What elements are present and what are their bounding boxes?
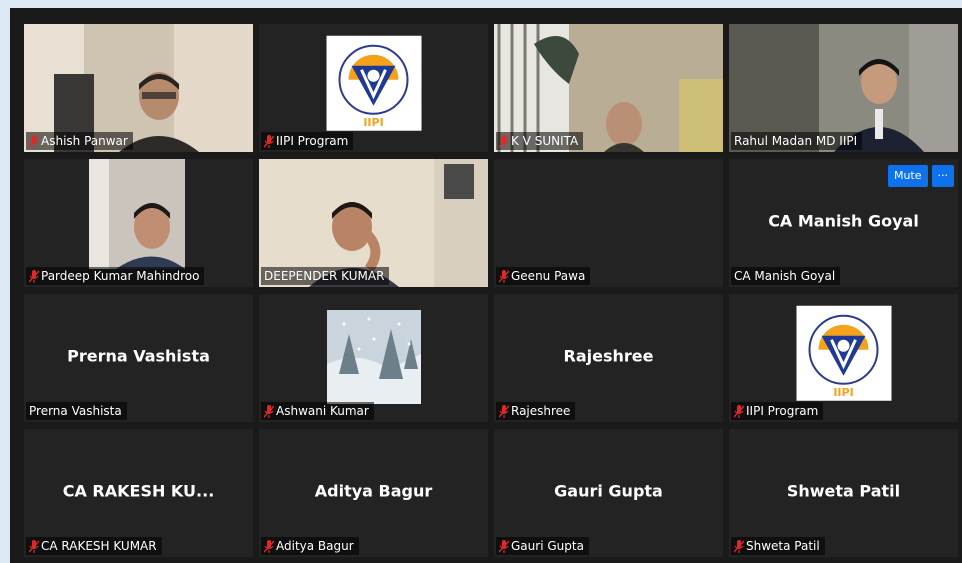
muted-mic-icon (734, 540, 744, 553)
muted-mic-icon (499, 405, 509, 418)
participant-name: IIPI Program (276, 134, 349, 148)
participant-nameplate: Ashwani Kumar (261, 402, 374, 420)
participant-tile[interactable]: Pardeep Kumar Mahindroo (24, 159, 253, 287)
participant-nameplate: Shweta Patil (731, 537, 825, 555)
participant-tile[interactable]: Aditya Bagur Aditya Bagur (259, 429, 488, 557)
participant-name: Ashwani Kumar (276, 404, 369, 418)
participant-tile[interactable]: DEEPENDER KUMAR (259, 159, 488, 287)
muted-mic-icon (29, 540, 39, 553)
participant-tile[interactable]: Ashish Panwar (24, 24, 253, 152)
participant-nameplate: Geenu Pawa (496, 267, 591, 285)
participant-name: K V SUNITA (511, 134, 579, 148)
muted-mic-icon (734, 405, 744, 418)
participant-nameplate: DEEPENDER KUMAR (261, 267, 390, 285)
participant-tile[interactable]: Mute ··· CA Manish Goyal CA Manish Goyal (729, 159, 958, 287)
muted-mic-icon (264, 540, 274, 553)
participant-nameplate: Aditya Bagur (261, 537, 359, 555)
participant-nameplate: Prerna Vashista (26, 402, 127, 420)
participant-nameplate: Ashish Panwar (26, 132, 133, 150)
participant-display-name: Rajeshree (563, 346, 654, 366)
participant-nameplate: IIPI Program (261, 132, 354, 150)
participant-nameplate: CA Manish Goyal (731, 267, 841, 285)
muted-mic-icon (264, 405, 274, 418)
participant-name: IIPI Program (746, 404, 819, 418)
participant-display-name: Aditya Bagur (314, 481, 433, 501)
muted-mic-icon (499, 135, 509, 148)
logo-text: IIPI (833, 386, 853, 399)
participant-name: Prerna Vashista (29, 404, 122, 418)
participant-nameplate: IIPI Program (731, 402, 824, 420)
participant-tile[interactable]: Geenu Pawa (494, 159, 723, 287)
participant-tile[interactable]: Ashwani Kumar (259, 294, 488, 422)
gallery-grid: Ashish Panwar IIPI IIPI Program K V SUNI… (24, 24, 958, 557)
participant-nameplate: CA RAKESH KUMAR (26, 537, 162, 555)
participant-name: Pardeep Kumar Mahindroo (41, 269, 200, 283)
participant-display-name: Prerna Vashista (67, 346, 210, 366)
participant-nameplate: K V SUNITA (496, 132, 584, 150)
participant-tile[interactable]: CA RAKESH KU... CA RAKESH KUMAR (24, 429, 253, 557)
participant-name: Aditya Bagur (276, 539, 354, 553)
participant-name: Geenu Pawa (511, 269, 586, 283)
iipi-logo: IIPI (326, 35, 421, 131)
participant-tile[interactable]: K V SUNITA (494, 24, 723, 152)
participant-name: CA RAKESH KUMAR (41, 539, 157, 553)
tile-hover-controls: Mute ··· (887, 165, 954, 187)
logo-text: IIPI (363, 116, 383, 129)
participant-nameplate: Gauri Gupta (496, 537, 589, 555)
participant-tile[interactable]: Shweta Patil Shweta Patil (729, 429, 958, 557)
participant-tile-active-speaker[interactable]: Rahul Madan MD IIPI (729, 24, 958, 152)
mute-button[interactable]: Mute (887, 165, 928, 187)
participant-tile[interactable]: IIPI IIPI Program (729, 294, 958, 422)
participant-tile[interactable]: IIPI IIPI Program (259, 24, 488, 152)
participant-name: CA Manish Goyal (734, 269, 836, 283)
participant-tile[interactable]: Prerna Vashista Prerna Vashista (24, 294, 253, 422)
participant-tile[interactable]: Gauri Gupta Gauri Gupta (494, 429, 723, 557)
muted-mic-icon (264, 135, 274, 148)
participant-name: Rajeshree (511, 404, 571, 418)
participant-nameplate: Pardeep Kumar Mahindroo (26, 267, 205, 285)
participant-display-name: CA RAKESH KU... (62, 481, 215, 501)
muted-mic-icon (29, 270, 39, 283)
muted-mic-icon (499, 270, 509, 283)
iipi-logo: IIPI (796, 305, 891, 401)
participant-tile[interactable]: Rajeshree Rajeshree (494, 294, 723, 422)
participant-nameplate: Rahul Madan MD IIPI (731, 132, 863, 150)
participant-display-name: CA Manish Goyal (768, 211, 919, 231)
more-options-button[interactable]: ··· (931, 165, 954, 187)
participant-nameplate: Rajeshree (496, 402, 576, 420)
participant-display-name: Shweta Patil (786, 481, 901, 501)
participant-display-name: Gauri Gupta (554, 481, 663, 501)
participant-name: Shweta Patil (746, 539, 820, 553)
muted-mic-icon (499, 540, 509, 553)
muted-mic-icon (29, 135, 39, 148)
participant-name: Rahul Madan MD IIPI (734, 134, 858, 148)
participant-name: Ashish Panwar (41, 134, 128, 148)
participant-name: DEEPENDER KUMAR (264, 269, 385, 283)
meeting-window: Ashish Panwar IIPI IIPI Program K V SUNI… (10, 8, 962, 563)
participant-name: Gauri Gupta (511, 539, 584, 553)
